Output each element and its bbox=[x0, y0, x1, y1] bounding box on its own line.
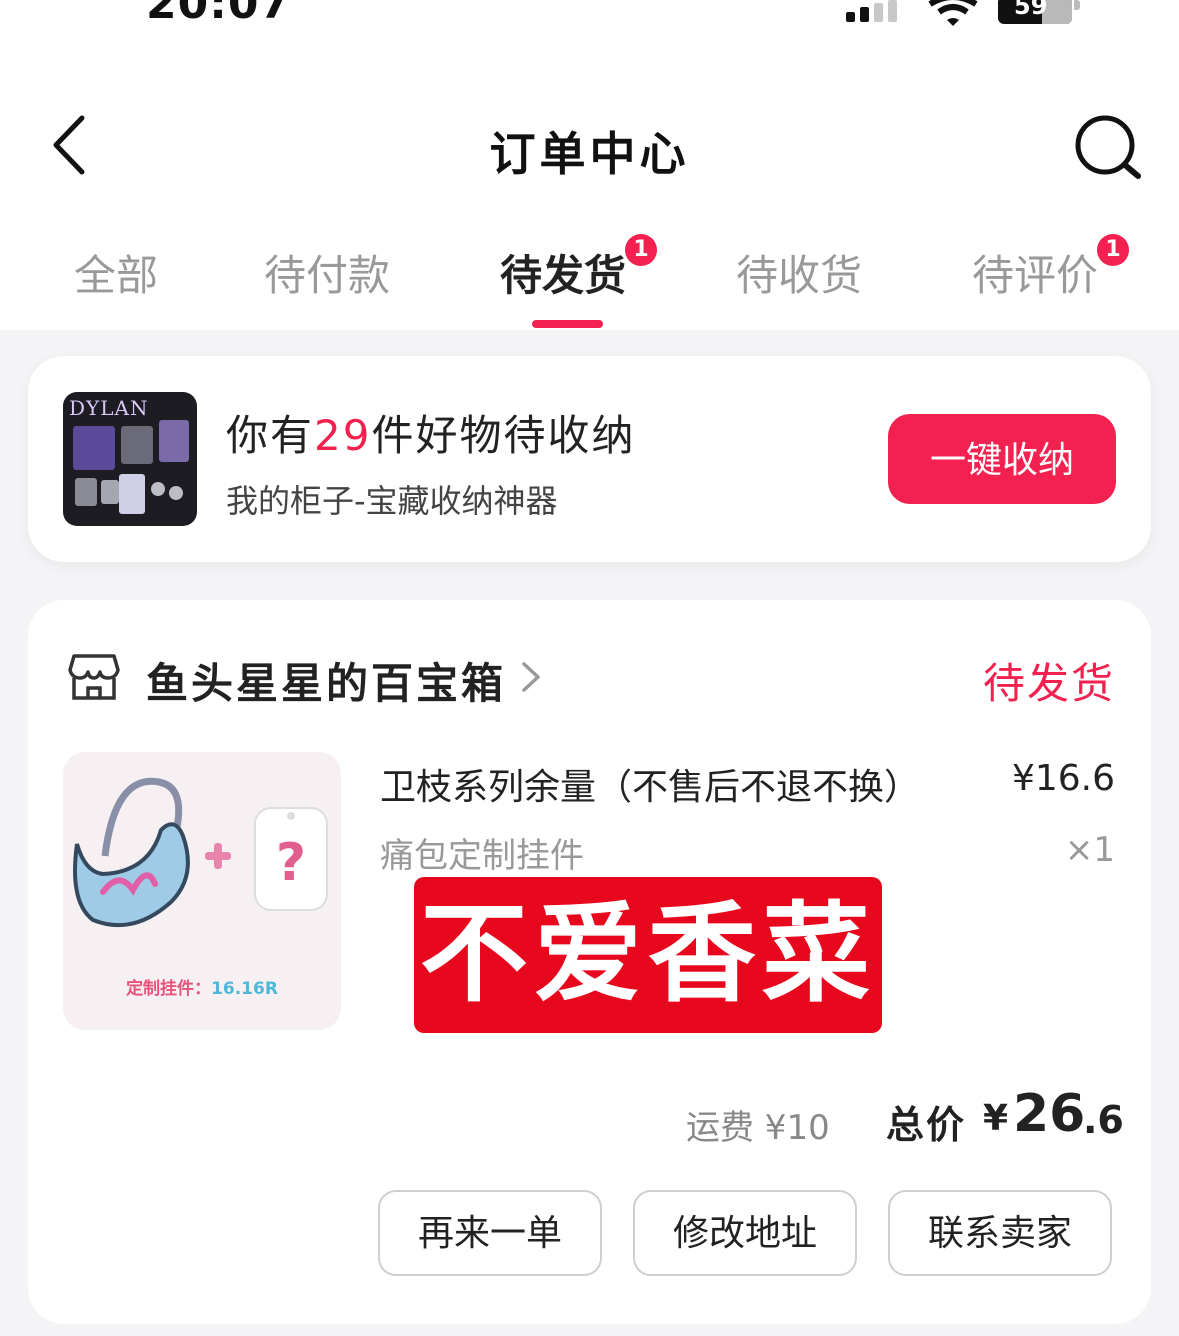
battery-level: 59 bbox=[1014, 0, 1048, 20]
tab-pending-receipt[interactable]: 待收货 bbox=[736, 242, 862, 303]
total-amount-integer: 26 bbox=[1013, 1084, 1086, 1144]
wifi-icon bbox=[928, 0, 978, 26]
one-click-store-button[interactable]: 一键收纳 bbox=[888, 414, 1116, 504]
shop-name[interactable]: 鱼头星星的百宝箱 bbox=[146, 650, 506, 711]
contact-seller-button[interactable]: 联系卖家 bbox=[888, 1190, 1112, 1276]
order-status: 待发货 bbox=[982, 659, 1115, 708]
edit-address-button[interactable]: 修改地址 bbox=[633, 1190, 857, 1276]
battery-tip bbox=[1074, 0, 1080, 10]
total-label: 总价 bbox=[886, 1103, 967, 1147]
product-quantity: ×1 bbox=[1064, 830, 1115, 870]
banner-subtitle: 我的柜子-宝藏收纳神器 bbox=[226, 482, 558, 520]
banner-thumbnail: DYLAN bbox=[63, 392, 197, 526]
tab-all[interactable]: 全部 bbox=[74, 242, 158, 303]
tab-pending-review-badge: 1 bbox=[1097, 234, 1129, 266]
total-currency: ¥ bbox=[983, 1098, 1009, 1139]
tab-pending-shipment[interactable]: 待发货 bbox=[500, 242, 626, 303]
active-tab-indicator bbox=[532, 320, 603, 328]
search-icon[interactable] bbox=[1072, 112, 1144, 184]
storage-banner: DYLAN 你有29件好物待收纳 我的柜子-宝藏收纳神器 一键收纳 bbox=[28, 356, 1151, 562]
battery-icon: 59 bbox=[998, 0, 1072, 24]
reorder-button[interactable]: 再来一单 bbox=[378, 1190, 602, 1276]
product-image[interactable]: ? 定制挂件：16.16R bbox=[63, 752, 341, 1030]
banner-headline: 你有29件好物待收纳 bbox=[226, 411, 636, 460]
total-amount-decimal: .6 bbox=[1083, 1098, 1124, 1142]
product-title[interactable]: 卫枝系列余量（不售后不退不换） bbox=[380, 758, 920, 810]
tab-pending-shipment-badge: 1 bbox=[625, 234, 657, 266]
product-price: ¥16.6 bbox=[1011, 758, 1115, 799]
watermark-overlay: 不爱香菜 bbox=[414, 877, 882, 1033]
chevron-right-icon[interactable] bbox=[520, 660, 542, 694]
product-image-question-mark: ? bbox=[276, 833, 306, 893]
tab-pending-payment[interactable]: 待付款 bbox=[264, 242, 390, 303]
order-card: 鱼头星星的百宝箱 待发货 ? 定制挂件：16.16R 卫枝系列余量（不售后不退不… bbox=[28, 600, 1151, 1324]
tab-pending-review[interactable]: 待评价 bbox=[972, 242, 1098, 303]
shop-icon bbox=[68, 654, 120, 700]
status-time: 20:07 bbox=[146, 0, 292, 29]
page-title: 订单中心 bbox=[489, 127, 690, 181]
shipping-fee: 运费 ¥10 bbox=[686, 1108, 830, 1148]
banner-thumbnail-logo: DYLAN bbox=[69, 396, 149, 420]
signal-icon bbox=[846, 0, 906, 22]
product-spec: 痛包定制挂件 bbox=[380, 836, 584, 876]
product-image-caption: 定制挂件：16.16R bbox=[126, 979, 278, 999]
banner-count: 29 bbox=[314, 411, 372, 460]
